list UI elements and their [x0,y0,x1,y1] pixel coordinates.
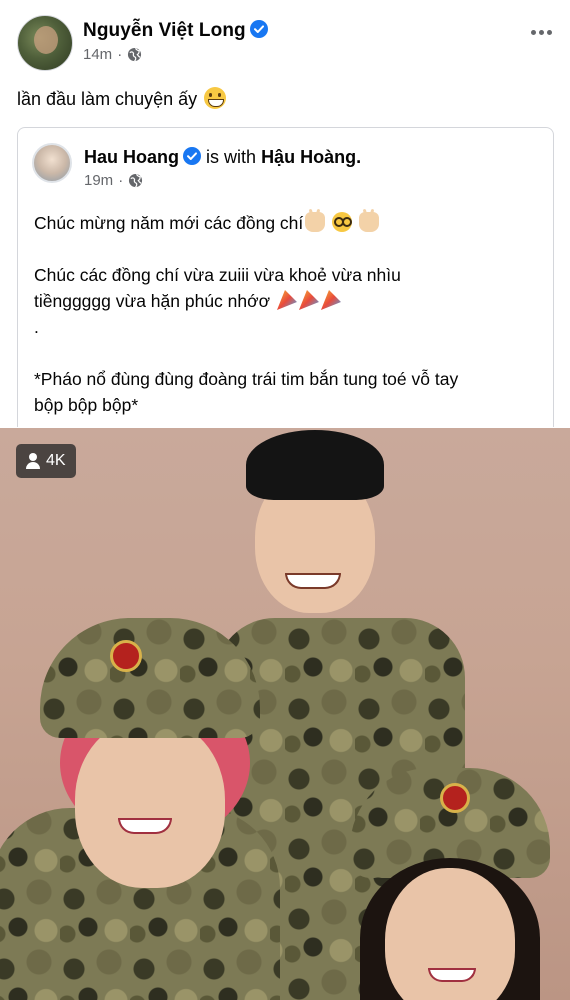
more-dot [538,29,544,35]
shared-line: Chúc mừng năm mới các đồng chí [34,210,539,236]
with-text: is with [206,147,257,167]
nerd-face-icon [332,212,353,232]
shared-line-4: . [34,317,39,337]
shared-author-avatar[interactable] [32,143,72,183]
shared-line: *Pháo nổ đùng đùng đoàng trái tim bắn tu… [34,366,539,392]
shared-post-body: Chúc mừng năm mới các đồng chí Chúc các … [34,210,539,418]
author-avatar[interactable] [17,15,73,71]
party-popper-icon [298,290,319,310]
viewer-count: 4K [46,452,66,469]
post-text: lần đầu làm chuyện ấy [17,89,198,109]
victory-hand-icon [305,212,326,232]
shared-meta: 19m · [84,172,143,189]
more-options-icon [530,29,536,35]
victory-hand-icon [359,212,380,232]
figure-left-cap-badge [110,640,142,672]
author-name-row: Nguyễn Việt Long [83,20,268,42]
shared-post-card[interactable]: Hau Hoang is with Hậu Hoàng. 19m · Chúc … [17,127,554,427]
shared-time[interactable]: 19m [84,172,113,189]
figure-left-cap [40,618,260,738]
shared-line: . [34,314,539,340]
shared-line: tiềnggggg vừa hặn phúc nhớơ [34,288,539,314]
shared-line-5: *Pháo nổ đùng đùng đoàng trái tim bắn tu… [34,369,459,389]
meta-separator: · [118,172,124,189]
tagged-name[interactable]: Hậu Hoàng. [261,147,361,167]
figure-center-smile [285,573,341,589]
viewers-badge: 4K [16,444,76,478]
shared-author-row: Hau Hoang is with Hậu Hoàng. [84,147,361,168]
figure-right-smile [428,968,476,982]
more-options-button[interactable] [526,20,556,44]
figure-left-smile [118,818,172,834]
more-dot [546,29,552,35]
figure-right-cap-badge [440,783,470,813]
shared-line: bộp bộp bộp* [34,392,539,418]
post-header: Nguyễn Việt Long 14m · [0,0,570,75]
author-name[interactable]: Nguyễn Việt Long [83,20,246,41]
post-time[interactable]: 14m [83,46,112,63]
shared-line-2: Chúc các đồng chí vừa zuiii vừa khoẻ vừa… [34,265,401,285]
person-icon [26,453,40,469]
figure-center-hair [246,430,384,500]
shared-line: Chúc các đồng chí vừa zuiii vừa khoẻ vừa… [34,262,539,288]
shared-author-name[interactable]: Hau Hoang [84,147,179,167]
shared-line-1: Chúc mừng năm mới các đồng chí [34,213,304,233]
figure-left-face [75,718,225,888]
globe-icon [129,173,143,188]
globe-icon [128,47,142,62]
video-thumbnail[interactable]: 4K [0,428,570,1000]
verified-badge-icon [249,20,268,38]
post-meta: 14m · [83,46,142,63]
party-popper-icon [276,290,297,310]
shared-line-6: bộp bộp bộp* [34,395,139,415]
post-text-row: lần đầu làm chuyện ấy [17,87,227,110]
grinning-emoji-icon [204,87,227,109]
party-popper-icon [320,290,341,310]
verified-badge-icon [183,147,202,165]
shared-line-3: tiềnggggg vừa hặn phúc nhớơ [34,291,271,311]
meta-separator: · [117,46,123,63]
